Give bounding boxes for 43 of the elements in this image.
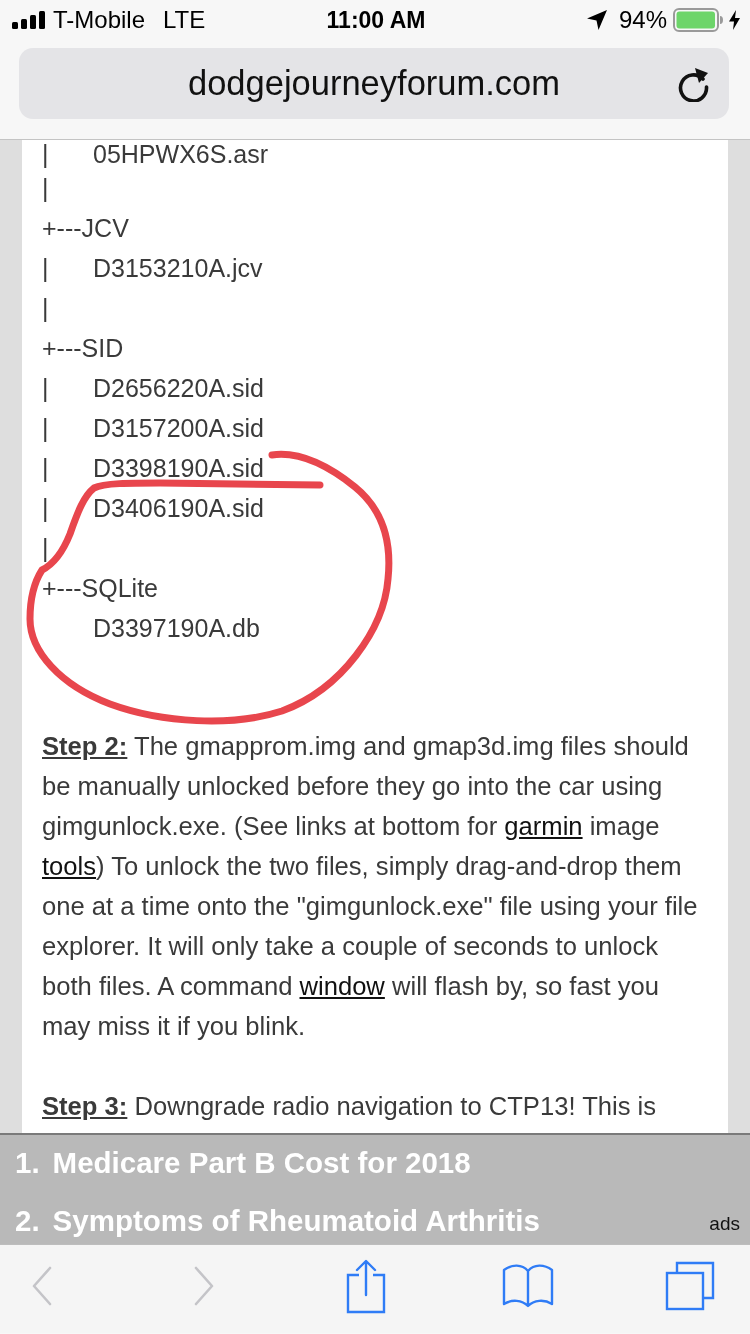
open-book-icon [502,1262,554,1310]
file-name: D3406190A.sid [93,493,264,523]
tree-guide-line: | [42,413,49,443]
file-name: D3398190A.sid [93,453,264,483]
reload-icon[interactable] [677,65,711,102]
folder-name: +---JCV [42,213,129,243]
chevron-left-icon [31,1266,53,1306]
tree-guide-line: | [42,173,49,203]
battery-percent: 94% [618,6,667,34]
inline-link[interactable]: window [299,972,385,1000]
clock-time: 11:00 AM [326,6,426,34]
location-arrow-icon [586,10,607,30]
folder-name: +---SQLite [42,573,158,603]
file-name: D3397190A.db [93,613,260,643]
tree-guide-line: | [42,293,49,323]
file-name: D3157200A.sid [93,413,264,443]
signal-icon [12,11,45,29]
chevron-right-icon [193,1266,215,1306]
carrier-label: T-Mobile [53,6,146,34]
share-icon [346,1258,386,1314]
folder-name: +---SID [42,333,124,363]
tree-guide-line: | [42,493,49,523]
charging-bolt-icon [729,10,740,30]
bookmarks-button[interactable] [502,1262,554,1310]
tree-guide-line: | [42,373,49,403]
step-paragraph: Step 3: Downgrade radio navigation to CTP13! This is [42,1091,658,1122]
share-button[interactable] [346,1258,386,1314]
tree-guide-line: | [42,533,49,563]
inline-link[interactable]: tools [42,852,97,880]
file-name: D2656220A.sid [93,373,264,403]
battery-icon [673,8,723,32]
overlapping-squares-icon [665,1261,715,1311]
tabs-button[interactable] [665,1261,715,1311]
file-name: 05HPWX6S.asr [93,140,269,169]
tree-guide-line: | [42,453,49,483]
file-name: D3153210A.jcv [93,253,263,283]
step-paragraph: Step 2: The gmapprom.img and gmap3d.img files should be manually unlocked before they go into the car using gimgunlock.exe. (See links at bottom for garmin image tools) To unlock the two files, simply drag-and-drop them one at a time onto the "gimgunlock.exe" file using your file explorer. It will only take a couple of seconds to unlock both files. A command window will flash by, so fast you may miss it if you blink. [42,731,699,1042]
inline-link[interactable]: garmin [504,812,583,840]
ads-label: ads [709,1213,740,1235]
tree-guide-line: | [42,140,49,169]
tree-guide-line: | [42,253,49,283]
address-field[interactable]: dodgejourneyforum.com [19,48,729,119]
network-label: LTE [163,6,206,34]
